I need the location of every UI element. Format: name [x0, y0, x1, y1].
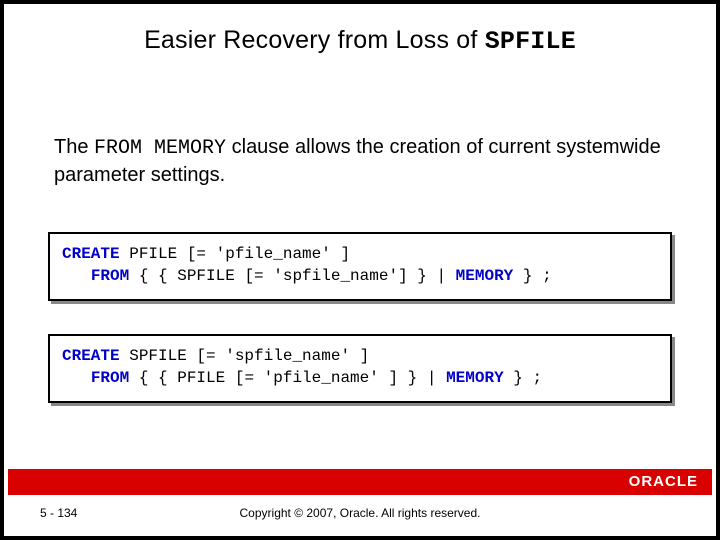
kw-create: CREATE	[62, 347, 120, 365]
code-text: { { SPFILE [= 'spfile_name'] } |	[129, 267, 455, 285]
kw-from: FROM	[91, 267, 129, 285]
body-mono: FROM MEMORY	[94, 137, 226, 160]
slide-title: Easier Recovery from Loss of SPFILE	[4, 26, 716, 56]
kw-memory: MEMORY	[456, 267, 514, 285]
slide: Easier Recovery from Loss of SPFILE The …	[0, 0, 720, 540]
code-text: { { PFILE [= 'pfile_name' ] } |	[129, 369, 446, 387]
title-mono: SPFILE	[485, 27, 576, 56]
footer-bar	[8, 469, 712, 495]
code-text: } ;	[504, 369, 542, 387]
body-pre: The	[54, 136, 94, 158]
kw-from: FROM	[91, 369, 129, 387]
kw-memory: MEMORY	[446, 369, 504, 387]
code-text: PFILE [= 'pfile_name' ]	[120, 245, 350, 263]
title-prefix: Easier Recovery from Loss of	[144, 26, 485, 54]
oracle-logo: ORACLE	[629, 473, 698, 490]
slide-body: The FROM MEMORY clause allows the creati…	[54, 134, 666, 189]
code-text: SPFILE [= 'spfile_name' ]	[120, 347, 370, 365]
code-text: } ;	[513, 267, 551, 285]
kw-create: CREATE	[62, 245, 120, 263]
code-block-spfile: CREATE SPFILE [= 'spfile_name' ] FROM { …	[48, 334, 672, 403]
copyright-text: Copyright © 2007, Oracle. All rights res…	[4, 506, 716, 520]
code-block-pfile: CREATE PFILE [= 'pfile_name' ] FROM { { …	[48, 232, 672, 301]
